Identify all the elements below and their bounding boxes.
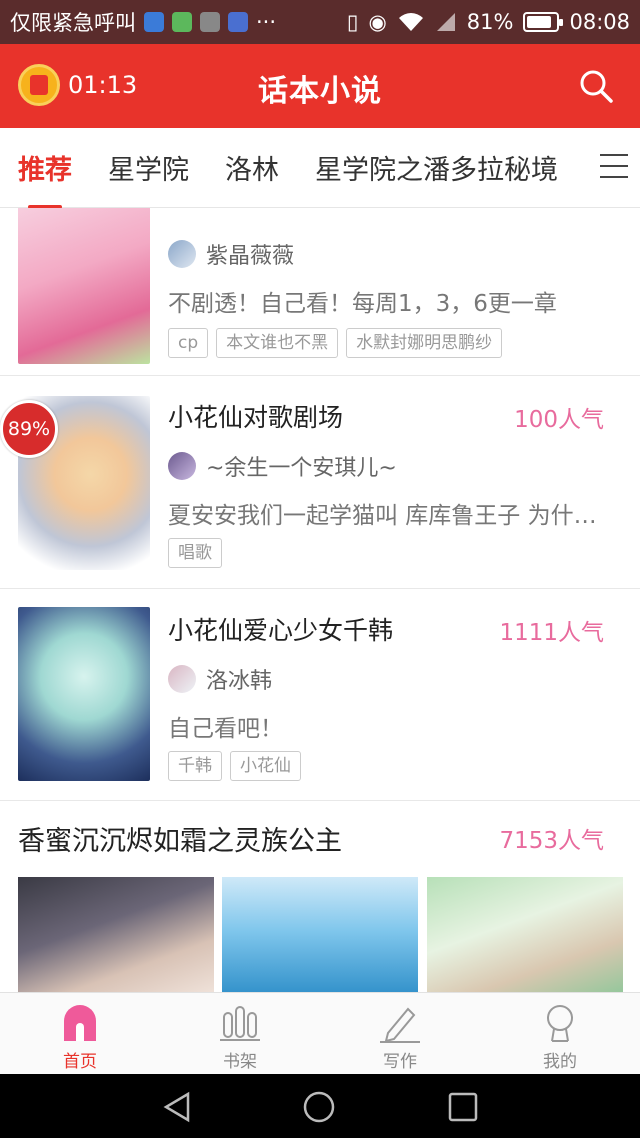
tag-list: cp 本文谁也不黑 水默封娜明思鹏纱	[168, 328, 503, 358]
app-notification-icon	[144, 12, 164, 32]
category-tabs: 推荐 星学院 洛林 星学院之潘多拉秘境	[0, 128, 640, 209]
tag[interactable]: 小花仙	[230, 751, 301, 781]
list-item[interactable]: 紫晶薇薇 不剧透！自己看！每周1，3，6更一章 cp 本文谁也不黑 水默封娜明思…	[0, 208, 640, 376]
tab-xingxueyuan[interactable]: 星学院	[108, 148, 189, 187]
tag[interactable]: 千韩	[168, 751, 222, 781]
signal-icon	[436, 13, 455, 31]
battery-icon	[523, 12, 564, 32]
author-avatar	[168, 452, 196, 480]
book-description: 夏安安我们一起学猫叫 库库鲁王子 为什…	[168, 503, 597, 529]
author-name: ~余生一个安琪儿~	[206, 456, 397, 481]
qr-notification-icon	[200, 12, 220, 32]
profile-icon	[547, 1005, 573, 1042]
nav-label: 写作	[383, 1052, 417, 1072]
nav-write[interactable]: 写作	[320, 993, 480, 1074]
author: 洛冰韩	[168, 663, 272, 695]
app-notification-icon	[172, 12, 192, 32]
nav-bookshelf[interactable]: 书架	[160, 993, 320, 1074]
tag[interactable]: 水默封娜明思鹏纱	[346, 328, 503, 358]
search-icon[interactable]	[578, 68, 614, 104]
album-card[interactable]: 香蜜沉沉烬如霜之灵族公主 7153人气	[0, 801, 640, 992]
recents-icon[interactable]	[446, 1090, 480, 1124]
book-cover	[18, 607, 150, 781]
app-header: 01:13 话本小说	[0, 44, 640, 128]
tab-pandora[interactable]: 星学院之潘多拉秘境	[315, 148, 558, 187]
popularity-count: 100人气	[514, 407, 604, 433]
app-notification-icon	[228, 12, 248, 32]
nav-label: 首页	[63, 1052, 97, 1072]
album-image[interactable]	[18, 877, 214, 992]
author-avatar	[168, 665, 196, 693]
album-popularity: 7153人气	[499, 828, 604, 854]
tabs-menu-icon[interactable]	[600, 154, 628, 178]
progress-badge: 89%	[0, 400, 58, 458]
tab-recommend[interactable]: 推荐	[18, 148, 72, 209]
home-circle-icon[interactable]	[302, 1090, 336, 1124]
book-title[interactable]: 小花仙爱心少女千韩	[168, 611, 393, 647]
bottom-nav: 首页 书架 写作 我的	[0, 992, 640, 1074]
book-description: 不剧透！自己看！每周1，3，6更一章	[168, 291, 557, 317]
eye-icon: ◉	[368, 10, 387, 34]
system-nav-bar	[0, 1074, 640, 1138]
home-icon	[64, 1005, 96, 1041]
wifi-icon	[398, 13, 423, 31]
status-bar: 仅限紧急呼叫 ··· ▯ ◉ 81% 08:08	[0, 0, 640, 44]
clock-time: 08:08	[569, 10, 630, 34]
tag[interactable]: cp	[168, 328, 209, 358]
vibrate-icon: ▯	[346, 10, 359, 34]
battery-percent: 81%	[466, 10, 514, 34]
list-item[interactable]: 小花仙爱心少女千韩 1111人气 洛冰韩 自己看吧！ 千韩 小花仙	[0, 589, 640, 801]
tag[interactable]: 本文谁也不黑	[216, 328, 339, 358]
more-notifications-icon: ···	[256, 10, 277, 34]
nav-home[interactable]: 首页	[0, 993, 160, 1074]
carrier-text: 仅限紧急呼叫	[10, 11, 136, 35]
author: 紫晶薇薇	[168, 238, 294, 270]
album-image[interactable]	[222, 877, 418, 992]
album-title[interactable]: 香蜜沉沉烬如霜之灵族公主	[18, 819, 342, 858]
pencil-icon	[380, 1007, 420, 1043]
popularity-count: 1111人气	[499, 620, 604, 646]
back-icon[interactable]	[160, 1090, 194, 1124]
tag-list: 千韩 小花仙	[168, 751, 301, 781]
author-avatar	[168, 240, 196, 268]
list-item[interactable]: 89% 小花仙对歌剧场 100人气 ~余生一个安琪儿~ 夏安安我们一起学猫叫 库…	[0, 376, 640, 589]
author: ~余生一个安琪儿~	[168, 450, 397, 482]
author-name: 洛冰韩	[206, 669, 273, 694]
tab-luolin[interactable]: 洛林	[225, 148, 279, 187]
bookshelf-icon	[220, 1006, 260, 1041]
book-cover	[18, 208, 150, 364]
author-name: 紫晶薇薇	[206, 244, 295, 269]
tag-list: 唱歌	[168, 538, 222, 568]
nav-profile[interactable]: 我的	[480, 993, 640, 1074]
app-title: 话本小说	[258, 74, 382, 109]
book-title[interactable]: 小花仙对歌剧场	[168, 398, 343, 434]
nav-label: 我的	[543, 1052, 577, 1072]
feed-list: 紫晶薇薇 不剧透！自己看！每周1，3，6更一章 cp 本文谁也不黑 水默封娜明思…	[0, 208, 640, 992]
book-description: 自己看吧！	[168, 716, 283, 742]
album-image[interactable]	[427, 877, 623, 992]
nav-label: 书架	[223, 1052, 257, 1072]
tag[interactable]: 唱歌	[168, 538, 222, 568]
